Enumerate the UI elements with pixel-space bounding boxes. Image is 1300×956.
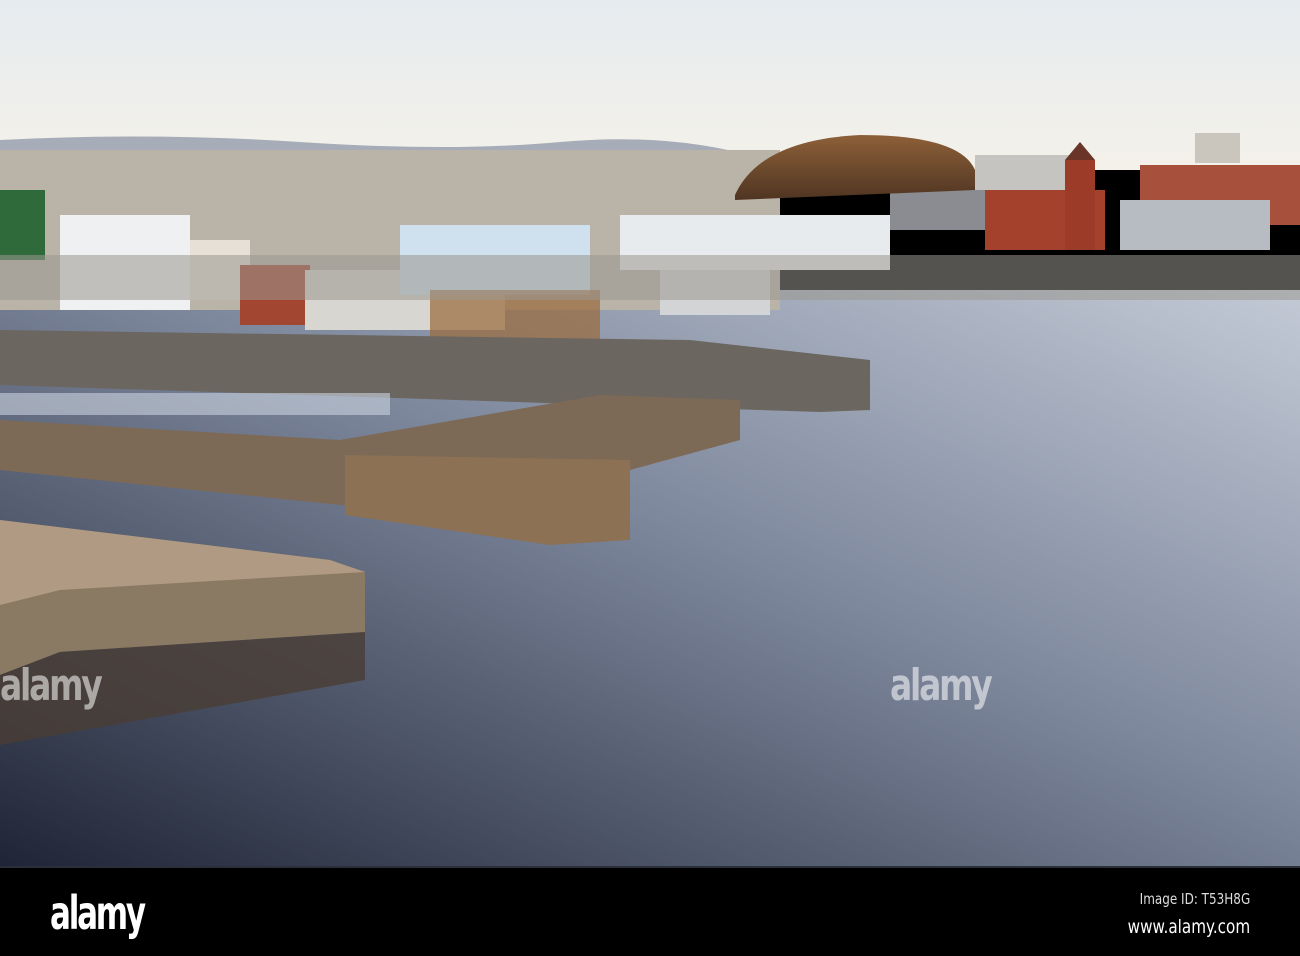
website-link[interactable]: www.alamy.com bbox=[1127, 916, 1250, 938]
watermark: alamy bbox=[890, 660, 993, 711]
alamy-logo[interactable]: alamy bbox=[50, 886, 146, 940]
reflection-strip bbox=[0, 393, 390, 415]
footer-bar: alamy Image ID: T53H8G www.alamy.com bbox=[0, 866, 1300, 956]
stock-photo: alamy alamy alamy Image ID: T53H8G www.a… bbox=[0, 0, 1300, 956]
image-id: Image ID: T53H8G bbox=[1139, 890, 1250, 908]
cardiff-bay-photo bbox=[0, 0, 1300, 866]
watermark: alamy bbox=[0, 660, 103, 711]
